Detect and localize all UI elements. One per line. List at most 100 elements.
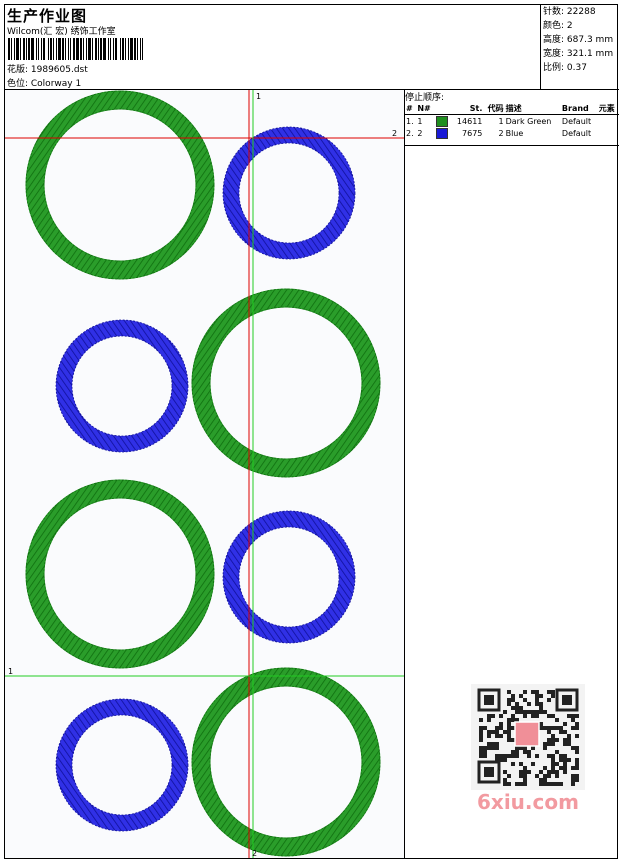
stop-sequence-panel: 停止顺序: # N# St. 代码 描述 Brand 元素 1. 1 14611…	[405, 90, 619, 858]
qr-cell	[523, 698, 527, 702]
qr-cell	[563, 730, 567, 734]
qr-cell	[571, 782, 575, 786]
blue-ring	[222, 126, 356, 260]
qr-cell	[515, 750, 519, 754]
qr-cell	[495, 742, 499, 746]
qr-cell	[551, 694, 555, 698]
qr-cell	[567, 738, 571, 742]
qr-cell	[543, 778, 547, 782]
qr-cell	[555, 718, 559, 722]
qr-cell	[503, 770, 507, 774]
barcode-bar	[56, 38, 57, 60]
barcode-bar	[70, 38, 71, 60]
production-sheet: 生产作业图 Wilcom(汇 宏) 绣饰工作室 花版: 1989605.dst …	[4, 4, 619, 859]
qr-cell	[479, 726, 483, 730]
qr-cell	[535, 774, 539, 778]
qr-cell	[511, 762, 515, 766]
barcode-bar	[26, 38, 27, 60]
qr-cell	[519, 782, 523, 786]
qr-cell	[527, 770, 531, 774]
qr-cell	[539, 702, 543, 706]
qr-cell	[575, 750, 579, 754]
qr-cell	[535, 694, 539, 698]
design-canvas: 1 2 1 2	[5, 90, 404, 858]
green-ring	[191, 667, 381, 857]
guide-label: 1	[8, 667, 13, 676]
qr-cell	[555, 738, 559, 742]
qr-cell	[531, 690, 535, 694]
barcode-bar	[100, 38, 102, 60]
qr-cell	[555, 762, 559, 766]
qr-cell	[563, 762, 567, 766]
qr-cell	[551, 738, 555, 742]
qr-cell	[531, 710, 535, 714]
qr-cell	[519, 706, 523, 710]
qr-cell	[575, 766, 579, 770]
qr-cell	[539, 694, 543, 698]
barcode-bar	[130, 38, 133, 60]
barcode-bar	[50, 38, 52, 60]
qr-cell	[487, 742, 491, 746]
qr-cell	[571, 774, 575, 778]
barcode-bar	[128, 38, 129, 60]
green-ring	[25, 90, 215, 280]
green-ring	[191, 288, 381, 478]
qr-cell	[547, 742, 551, 746]
divider	[405, 145, 619, 146]
barcode-bar	[43, 38, 45, 60]
color-swatch	[435, 127, 448, 139]
table-row: 1. 1 14611 1 Dark Green Default	[406, 115, 592, 127]
qr-cell	[575, 726, 579, 730]
qr-cell	[575, 762, 579, 766]
qr-cell	[543, 782, 547, 786]
qr-cell	[559, 782, 563, 786]
qr-cell	[547, 774, 551, 778]
qr-cell	[547, 690, 551, 694]
barcode-bar	[140, 38, 141, 60]
qr-cell	[559, 758, 563, 762]
qr-cell	[523, 710, 527, 714]
qr-cell	[511, 706, 515, 710]
qr-cell	[503, 758, 507, 762]
qr-cell	[523, 774, 527, 778]
qr-cell	[551, 726, 555, 730]
stat-height: 高度: 687.3 mm	[543, 35, 614, 45]
qr-cell	[539, 778, 543, 782]
qr-cell	[515, 710, 519, 714]
qr-cell	[507, 730, 511, 734]
blue-ring	[55, 319, 189, 453]
qr-code-graphic	[477, 688, 579, 786]
qr-cell	[543, 726, 547, 730]
qr-cell	[547, 782, 551, 786]
barcode-bar	[120, 38, 121, 60]
company-name: Wilcom(汇 宏) 绣饰工作室	[7, 27, 116, 37]
guide-label: 2	[252, 849, 257, 858]
qr-cell	[491, 742, 495, 746]
qr-cell	[523, 750, 527, 754]
qr-cell	[543, 742, 547, 746]
qr-cell	[507, 734, 511, 738]
watermark-text: 6xiu.com	[477, 790, 579, 814]
barcode-bar	[20, 38, 21, 60]
qr-cell	[499, 734, 503, 738]
qr-cell	[515, 706, 519, 710]
qr-cell	[543, 710, 547, 714]
qr-cell	[519, 762, 523, 766]
qr-cell	[535, 702, 539, 706]
page-title: 生产作业图	[7, 7, 88, 25]
table-header-row: # N# St. 代码 描述 Brand 元素	[405, 102, 619, 115]
qr-cell	[575, 734, 579, 738]
barcode-bar	[48, 38, 49, 60]
qr-cell	[551, 770, 555, 774]
qr-cell	[555, 726, 559, 730]
barcode-bar	[53, 38, 54, 60]
barcode-bar	[76, 38, 79, 60]
qr-cell	[539, 706, 543, 710]
qr-cell	[503, 730, 507, 734]
qr-cell	[523, 714, 527, 718]
qr-cell	[491, 730, 495, 734]
qr-cell	[523, 690, 527, 694]
qr-cell	[523, 766, 527, 770]
qr-cell	[527, 750, 531, 754]
barcode-bar	[115, 38, 117, 60]
